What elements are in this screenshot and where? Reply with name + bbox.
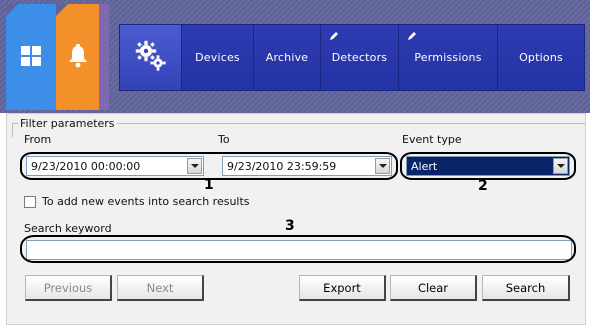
pencil-icon bbox=[329, 31, 339, 41]
to-datetime-picker[interactable]: 9/23/2010 23:59:59 bbox=[222, 156, 392, 176]
alarm-tile[interactable] bbox=[56, 4, 99, 110]
menu-options-label: Options bbox=[519, 51, 563, 64]
menu-permissions[interactable]: Permissions bbox=[399, 25, 498, 90]
search-button-label: Search bbox=[505, 280, 546, 295]
tile-fold bbox=[6, 4, 18, 16]
next-button-label: Next bbox=[146, 280, 174, 295]
menu-permissions-label: Permissions bbox=[414, 51, 482, 64]
fieldset-border bbox=[12, 123, 13, 137]
menu-devices[interactable]: Devices bbox=[182, 25, 254, 90]
menu-detectors-label: Detectors bbox=[331, 51, 388, 64]
callout-3: 3 bbox=[285, 218, 295, 234]
windows-tile[interactable] bbox=[6, 4, 56, 110]
event-type-value: Alert bbox=[411, 159, 438, 173]
side-strip bbox=[99, 4, 109, 110]
add-new-events-label: To add new events into search results bbox=[42, 195, 250, 208]
search-button[interactable]: Search bbox=[482, 275, 570, 301]
next-button[interactable]: Next bbox=[117, 275, 204, 301]
from-label: From bbox=[24, 133, 52, 146]
clear-button-label: Clear bbox=[417, 280, 449, 295]
callout-1: 1 bbox=[204, 177, 214, 193]
add-new-events-checkbox[interactable] bbox=[24, 196, 36, 208]
from-dropdown-button[interactable] bbox=[187, 158, 202, 174]
menu-archive-label: Archive bbox=[265, 51, 309, 64]
menu-archive[interactable]: Archive bbox=[254, 25, 321, 90]
menu-detectors[interactable]: Detectors bbox=[321, 25, 399, 90]
tile-fold bbox=[56, 4, 68, 16]
search-keyword-label: Search keyword bbox=[24, 222, 112, 235]
event-type-label: Event type bbox=[402, 133, 462, 146]
event-type-select[interactable]: Alert bbox=[406, 156, 570, 176]
windows-grid-icon bbox=[20, 45, 42, 70]
pencil-icon bbox=[407, 31, 417, 41]
main-menu: Devices Archive Detectors Permissions Op… bbox=[120, 25, 584, 90]
gears-icon bbox=[134, 39, 168, 76]
callout-2: 2 bbox=[478, 178, 488, 194]
previous-button-label: Previous bbox=[43, 280, 93, 295]
settings-button[interactable] bbox=[120, 25, 182, 90]
clear-button[interactable]: Clear bbox=[390, 275, 477, 301]
event-type-dropdown-button[interactable] bbox=[553, 158, 568, 174]
bell-icon bbox=[68, 43, 88, 71]
menu-devices-label: Devices bbox=[195, 51, 240, 64]
to-label: To bbox=[218, 133, 230, 146]
menu-options[interactable]: Options bbox=[498, 25, 584, 90]
to-dropdown-button[interactable] bbox=[375, 158, 390, 174]
to-datetime-value: 9/23/2010 23:59:59 bbox=[227, 159, 337, 173]
top-banner: Devices Archive Detectors Permissions Op… bbox=[0, 0, 590, 113]
export-button-label: Export bbox=[323, 280, 361, 295]
search-keyword-input[interactable] bbox=[26, 240, 572, 260]
filter-legend: Filter parameters bbox=[18, 117, 117, 130]
export-button[interactable]: Export bbox=[299, 275, 386, 301]
from-datetime-value: 9/23/2010 00:00:00 bbox=[31, 159, 141, 173]
from-datetime-picker[interactable]: 9/23/2010 00:00:00 bbox=[26, 156, 204, 176]
previous-button[interactable]: Previous bbox=[25, 275, 112, 301]
